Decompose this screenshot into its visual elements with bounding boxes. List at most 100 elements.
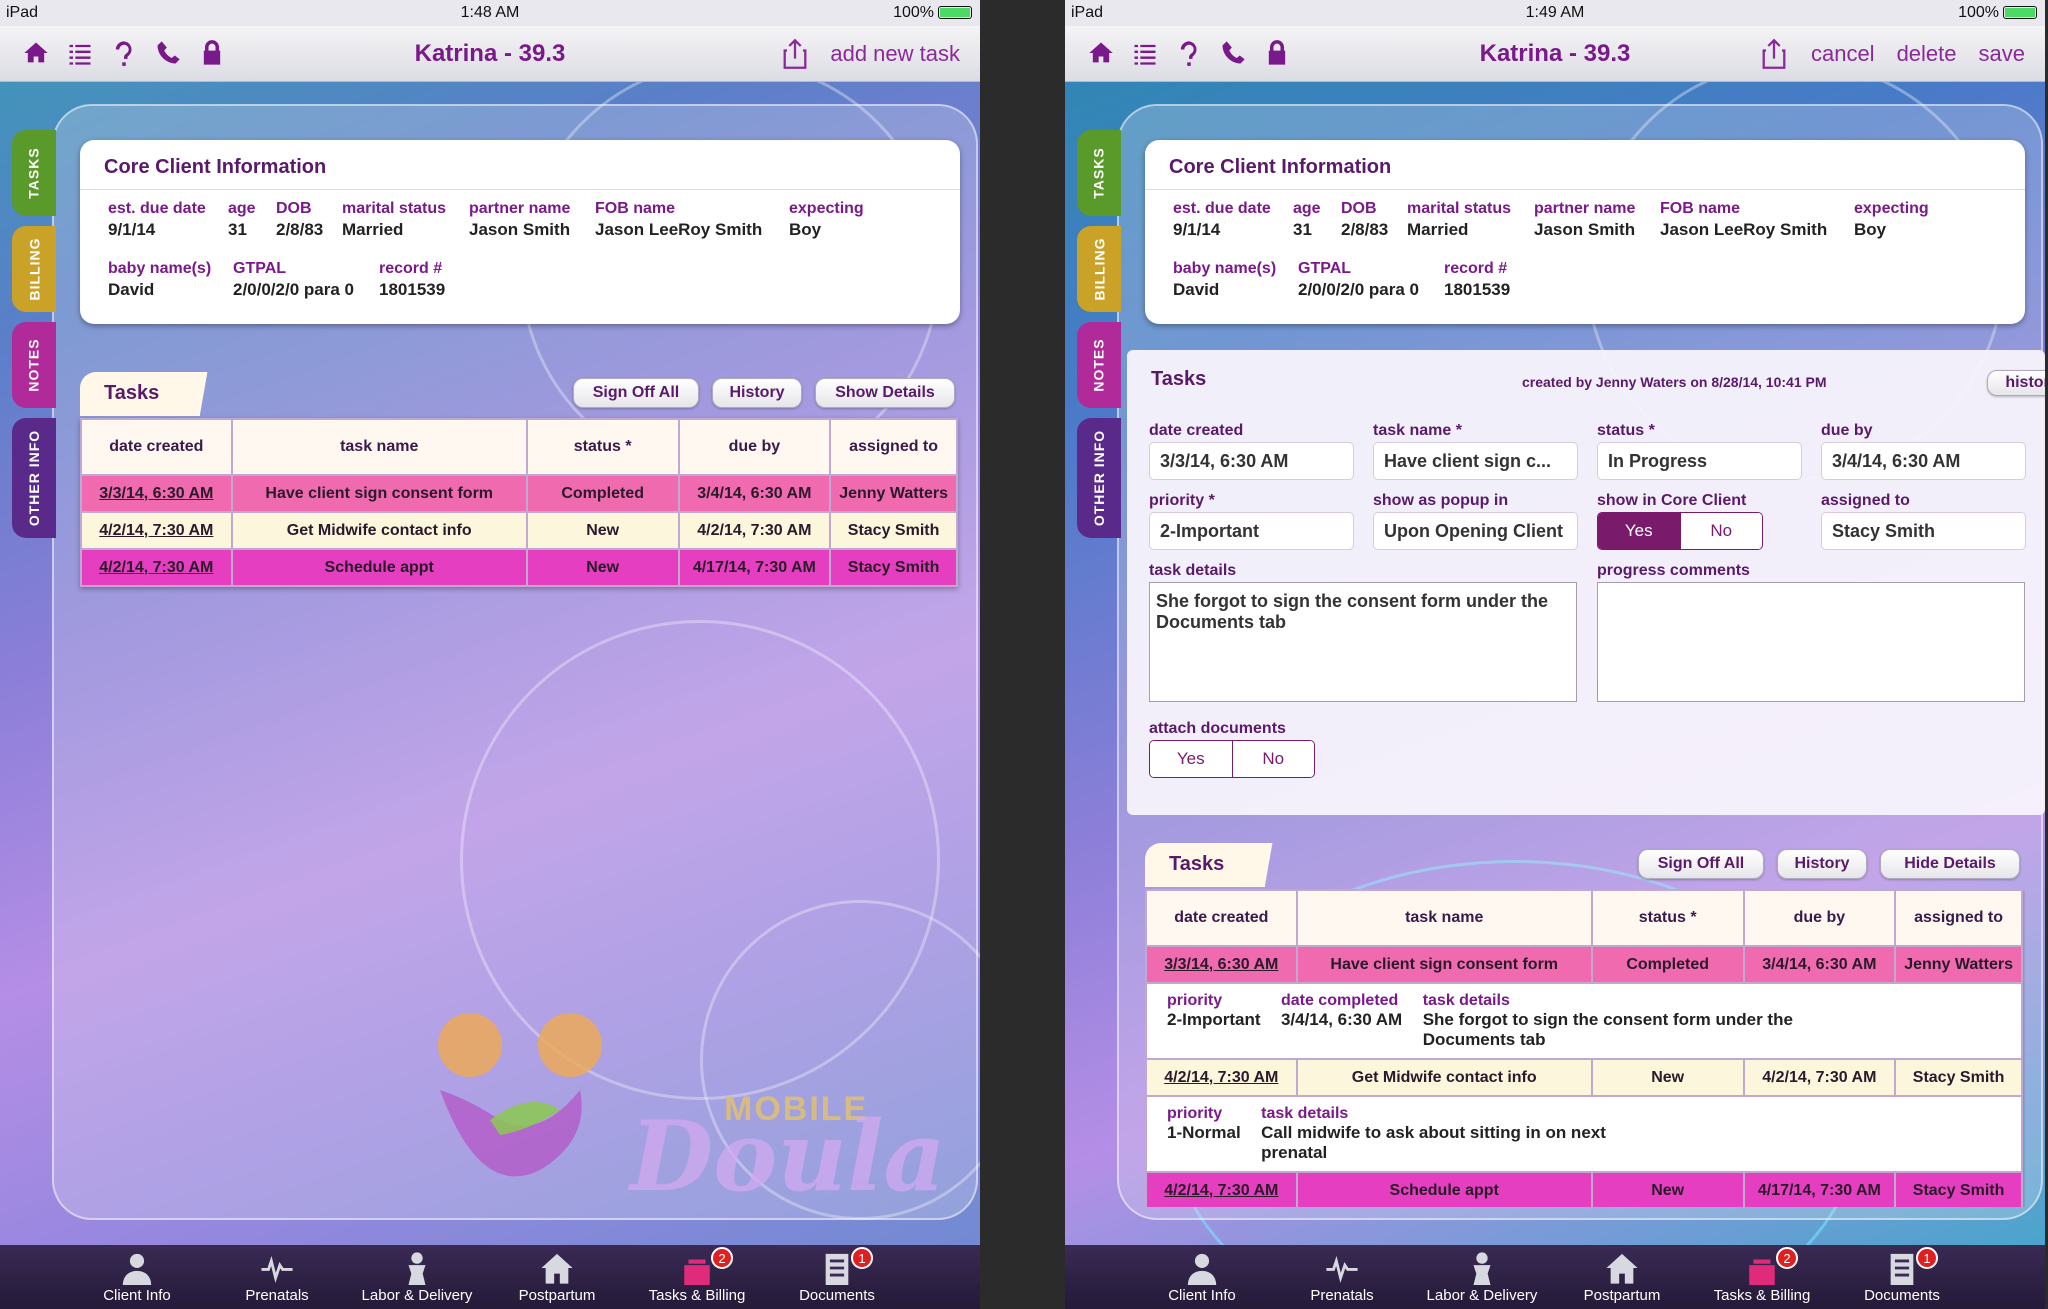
side-tab-tasks[interactable]: TASKS — [1077, 130, 1121, 216]
side-tab-other-info[interactable]: OTHER INFO — [12, 418, 56, 538]
age: age 31 — [1293, 200, 1321, 239]
side-tab-billing[interactable]: BILLING — [1077, 226, 1121, 312]
assigned-label: assigned to — [1821, 492, 1910, 509]
assigned-cell: Stacy Smith — [1894, 1058, 2023, 1097]
date-link[interactable]: 4/2/14, 7:30 AM — [80, 511, 233, 550]
col-date-created[interactable]: date created — [1145, 889, 1298, 947]
attach-toggle: Yes No — [1149, 740, 1315, 778]
house-icon — [1606, 1253, 1638, 1284]
col-status[interactable]: status * — [525, 418, 680, 476]
battery: 100% — [893, 4, 972, 22]
side-tab-notes[interactable]: NOTES — [12, 322, 56, 408]
side-tab-other-info[interactable]: OTHER INFO — [1077, 418, 1121, 538]
table-row[interactable]: 4/2/14, 7:30 AM Get Midwife contact info… — [1145, 1058, 2023, 1097]
nav-actions: cancel delete save — [1759, 38, 2025, 70]
table-row[interactable]: 3/3/14, 6:30 AM Have client sign consent… — [1145, 945, 2023, 984]
table-row[interactable]: 4/2/14, 7:30 AM Schedule appt New 4/17/1… — [80, 548, 958, 587]
nav-actions: add new task — [780, 38, 960, 70]
table-row[interactable]: 3/3/14, 6:30 AM Have client sign consent… — [80, 474, 958, 513]
sign-off-all-button[interactable]: Sign Off All — [573, 378, 699, 408]
date-created-label: date created — [1149, 422, 1244, 439]
hide-details-button[interactable]: Hide Details — [1880, 849, 2020, 879]
core-client-card: Core Client Information est. due date 9/1… — [1145, 140, 2025, 324]
core-client-title: Core Client Information — [1145, 140, 2025, 190]
tab-documents[interactable]: 1 Documents — [1832, 1245, 1972, 1309]
side-tab-billing[interactable]: BILLING — [12, 226, 56, 312]
tasks-header: Tasks Sign Off All History Show Details — [80, 372, 960, 416]
show-details-button[interactable]: Show Details — [815, 378, 955, 408]
add-new-task-button[interactable]: add new task — [830, 41, 960, 67]
tab-labor-delivery[interactable]: Labor & Delivery — [347, 1245, 487, 1309]
share-icon[interactable] — [780, 38, 810, 70]
share-icon[interactable] — [1759, 38, 1789, 70]
tab-prenatals[interactable]: Prenatals — [207, 1245, 347, 1309]
task-name-cell: Get Midwife contact info — [230, 511, 528, 550]
due-cell: 4/17/14, 7:30 AM — [677, 548, 832, 587]
col-due-by[interactable]: due by — [1742, 889, 1897, 947]
priority-field[interactable]: 2-Important — [1149, 512, 1354, 550]
logo-figures-icon — [438, 1013, 602, 1177]
tasks-table: date created task name status * due by a… — [1145, 889, 2023, 1207]
table-row[interactable]: 4/2/14, 7:30 AM Schedule appt New 4/17/1… — [1145, 1171, 2023, 1207]
tasks-badge: 2 — [711, 1247, 733, 1269]
tab-documents[interactable]: 1 Documents — [767, 1245, 907, 1309]
popup-field[interactable]: Upon Opening Client — [1373, 512, 1578, 550]
assigned-field[interactable]: Stacy Smith — [1821, 512, 2026, 550]
assigned-cell: Stacy Smith — [829, 511, 958, 550]
history-button[interactable]: history — [1987, 370, 2045, 396]
tab-tasks-billing[interactable]: 2 Tasks & Billing — [627, 1245, 767, 1309]
save-button[interactable]: save — [1979, 41, 2025, 67]
col-due-by[interactable]: due by — [677, 418, 832, 476]
delete-button[interactable]: delete — [1897, 41, 1957, 67]
task-detail-row: priority 1-Normal task details Call midwif… — [1145, 1095, 2023, 1173]
tab-prenatals[interactable]: Prenatals — [1272, 1245, 1412, 1309]
col-task-name[interactable]: task name — [1295, 889, 1593, 947]
nav-bar: Katrina - 39.3 cancel delete save — [1065, 26, 2045, 82]
assigned-cell: Stacy Smith — [1894, 1171, 2023, 1207]
side-tab-notes[interactable]: NOTES — [1077, 322, 1121, 408]
tab-postpartum[interactable]: Postpartum — [1552, 1245, 1692, 1309]
table-header: date created task name status * due by a… — [1145, 889, 2023, 947]
tab-labor-delivery[interactable]: Labor & Delivery — [1412, 1245, 1552, 1309]
sign-off-all-button[interactable]: Sign Off All — [1638, 849, 1764, 879]
bottom-tab-bar: Client Info Prenatals Labor & Delivery P… — [1065, 1245, 2045, 1309]
show-core-no[interactable]: No — [1679, 513, 1762, 549]
status-cell: New — [525, 511, 680, 550]
task-name-field[interactable]: Have client sign c... — [1373, 442, 1578, 480]
col-status[interactable]: status * — [1590, 889, 1745, 947]
table-row[interactable]: 4/2/14, 7:30 AM Get Midwife contact info… — [80, 511, 958, 550]
tasks-scroll[interactable]: date created task name status * due by a… — [1145, 889, 2025, 1207]
date-link[interactable]: 3/3/14, 6:30 AM — [80, 474, 233, 513]
task-name-cell: Schedule appt — [1295, 1171, 1593, 1207]
attach-yes[interactable]: Yes — [1150, 741, 1232, 777]
date-link[interactable]: 4/2/14, 7:30 AM — [80, 548, 233, 587]
date-link[interactable]: 4/2/14, 7:30 AM — [1145, 1058, 1298, 1097]
clock: 1:48 AM — [460, 4, 520, 21]
show-core-yes[interactable]: Yes — [1598, 513, 1680, 549]
cancel-button[interactable]: cancel — [1811, 41, 1875, 67]
side-tab-tasks[interactable]: TASKS — [12, 130, 56, 216]
tab-client-info[interactable]: Client Info — [1132, 1245, 1272, 1309]
history-button[interactable]: History — [1777, 849, 1867, 879]
progress-textarea[interactable] — [1597, 582, 2025, 702]
col-assigned-to[interactable]: assigned to — [829, 418, 958, 476]
col-assigned-to[interactable]: assigned to — [1894, 889, 2023, 947]
tab-client-info[interactable]: Client Info — [67, 1245, 207, 1309]
marital-status: marital status Married — [342, 200, 447, 239]
tab-postpartum[interactable]: Postpartum — [487, 1245, 627, 1309]
task-details-textarea[interactable]: She forgot to sign the consent form unde… — [1149, 582, 1577, 702]
history-button[interactable]: History — [712, 378, 802, 408]
date-link[interactable]: 3/3/14, 6:30 AM — [1145, 945, 1298, 984]
status-field[interactable]: In Progress — [1597, 442, 1802, 480]
date-created-field[interactable]: 3/3/14, 6:30 AM — [1149, 442, 1354, 480]
tab-tasks-billing[interactable]: 2 Tasks & Billing — [1692, 1245, 1832, 1309]
status-bar: iPad 1:48 AM 100% — [0, 0, 980, 26]
baby-icon — [1473, 1252, 1491, 1285]
detail-priority: priority 1-Normal — [1167, 1105, 1241, 1142]
attach-no[interactable]: No — [1231, 741, 1314, 777]
detail-date-completed: date completed 3/4/14, 6:30 AM — [1280, 992, 1403, 1029]
date-link[interactable]: 4/2/14, 7:30 AM — [1145, 1171, 1298, 1207]
col-date-created[interactable]: date created — [80, 418, 233, 476]
due-by-field[interactable]: 3/4/14, 6:30 AM — [1821, 442, 2026, 480]
col-task-name[interactable]: task name — [230, 418, 528, 476]
